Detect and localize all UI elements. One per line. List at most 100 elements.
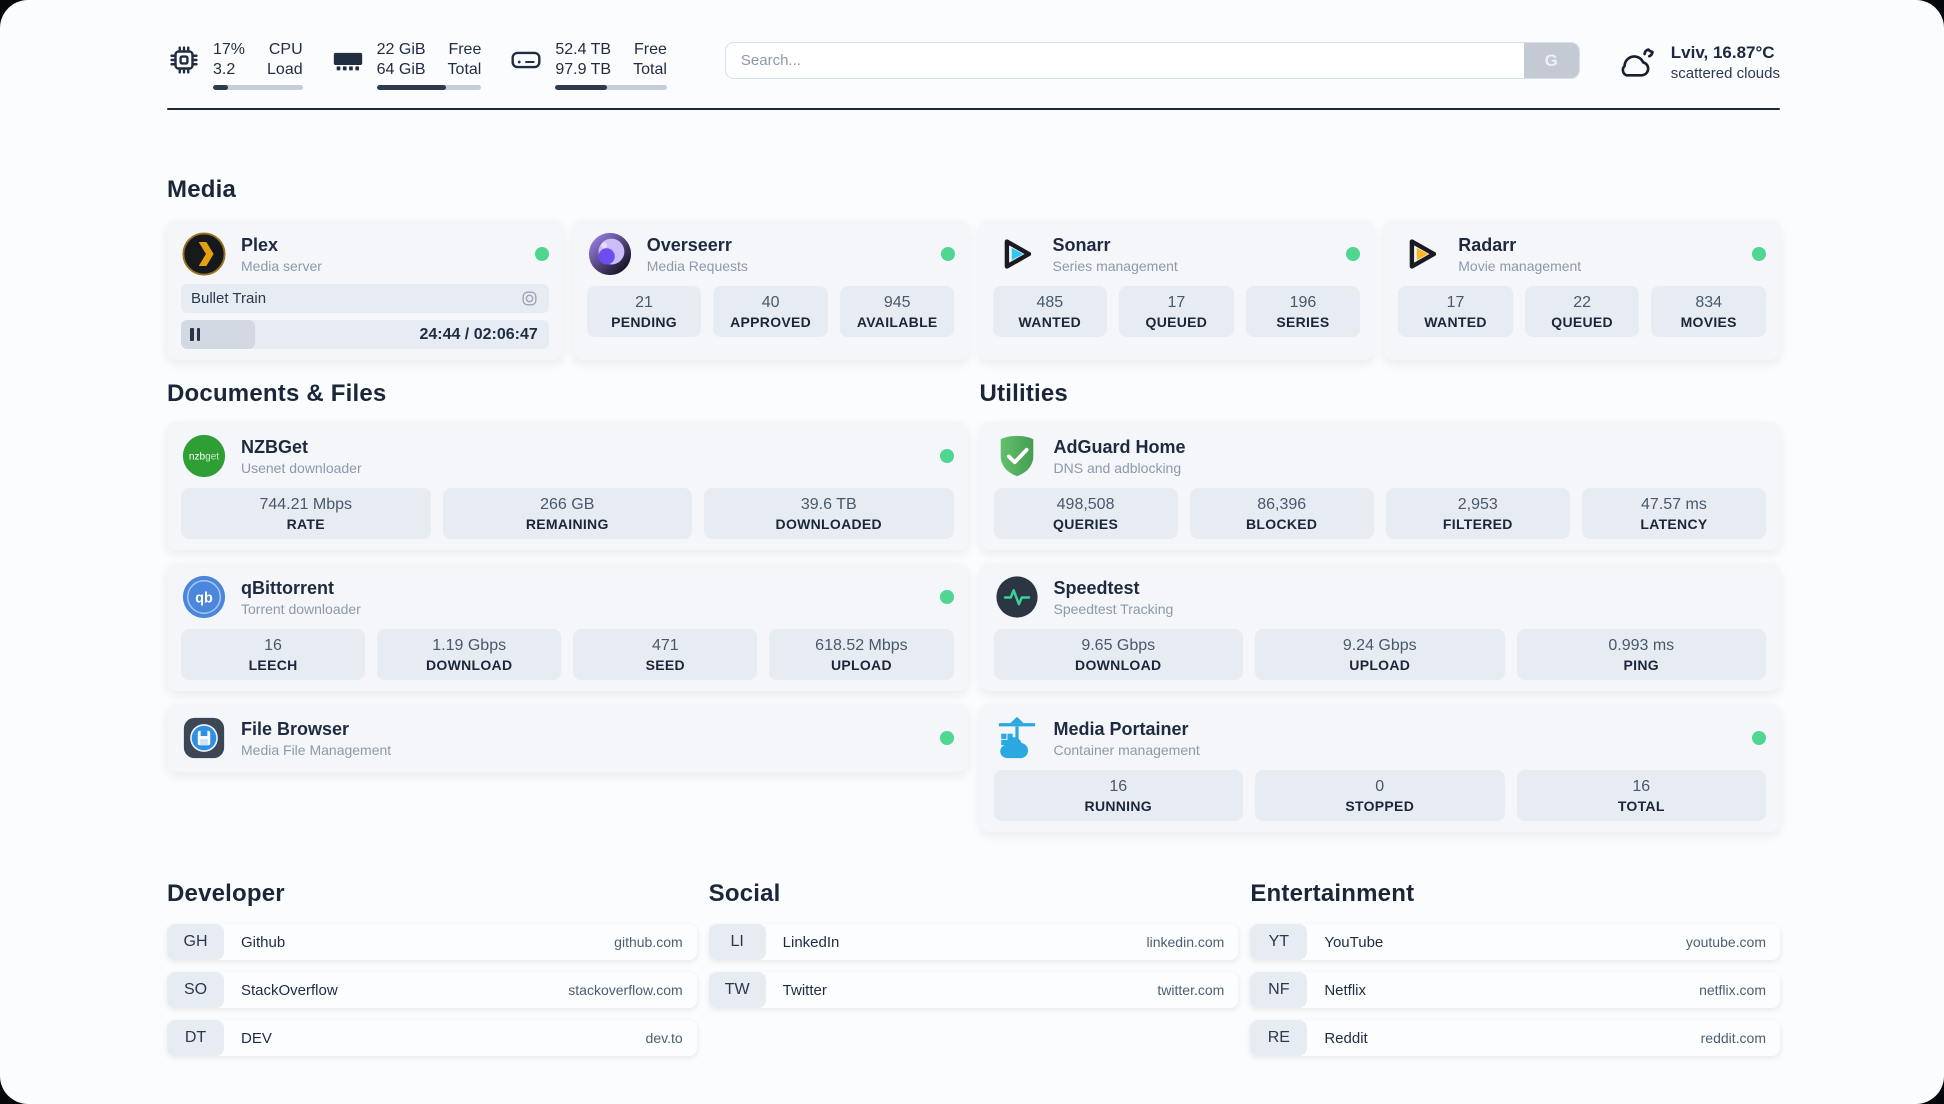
stat-value: 17 bbox=[1446, 294, 1465, 311]
app-card-nzbget[interactable]: nzbget NZBGet Usenet downloader 744.21 Mbps… bbox=[167, 422, 968, 550]
app-name: Radarr bbox=[1458, 235, 1517, 255]
stat-value: 471 bbox=[651, 637, 679, 654]
stat-box: 40 APPROVED bbox=[713, 286, 828, 337]
dashboard-page: 17% 3.2 CPU Load 22 GiB 64 GiB Free Tota… bbox=[0, 0, 1944, 1104]
app-card-overseerr[interactable]: Overseerr Media Requests 21 PENDING 40 APPROV… bbox=[572, 220, 969, 360]
stat-box: 17 QUEUED bbox=[1119, 286, 1234, 337]
stat-label: AVAILABLE bbox=[856, 314, 938, 330]
stat-row: 9.65 Gbps DOWNLOAD 9.24 Gbps UPLOAD 0.993 ms… bbox=[993, 629, 1766, 680]
utilities-card-stack: AdGuard Home DNS and adblocking 498,508 QUE… bbox=[979, 422, 1780, 832]
weather-location-temp: Lviv, 16.87°C bbox=[1670, 43, 1775, 62]
bookmark-column: Entertainment YT YouTube youtube.com NF Netfl… bbox=[1250, 880, 1780, 1056]
app-card-radarr[interactable]: Radarr Movie management 17 WANTED 22 QUEUED 83… bbox=[1384, 220, 1780, 360]
app-subtitle: Container management bbox=[1053, 742, 1200, 758]
stat-label: QUEUED bbox=[1551, 314, 1613, 330]
stat-label: DOWNLOADED bbox=[775, 516, 882, 532]
stat-label: SEED bbox=[645, 657, 685, 673]
stat-box: 1.19 Gbps DOWNLOAD bbox=[377, 629, 562, 680]
stat-box: 16 LEECH bbox=[181, 629, 366, 680]
bookmark-url: twitter.com bbox=[1157, 982, 1225, 998]
card-header: Plex Media server bbox=[181, 231, 549, 277]
stat-label: DOWNLOAD bbox=[425, 657, 513, 673]
stat-box: 21 PENDING bbox=[586, 286, 702, 337]
app-name: Media Portainer bbox=[1053, 719, 1189, 739]
card-header: qb qBittorrent Torrent downloader bbox=[181, 574, 954, 620]
card-header: Speedtest Speedtest Tracking bbox=[994, 574, 1767, 620]
stat-label: PENDING bbox=[611, 314, 677, 330]
header-divider bbox=[167, 108, 1780, 110]
stat-box: 196 SERIES bbox=[1245, 286, 1361, 337]
pause-icon bbox=[190, 328, 200, 341]
app-card-media-portainer[interactable]: Media Portainer Container management 16 RUN… bbox=[979, 704, 1780, 832]
app-name: NZBGet bbox=[241, 437, 308, 457]
app-name: Overseerr bbox=[646, 235, 732, 255]
stat-value: 16 bbox=[264, 637, 282, 654]
card-header: Sonarr Series management bbox=[993, 231, 1361, 277]
stat-value: 21 bbox=[635, 294, 653, 311]
bookmark-reddit[interactable]: RE Reddit reddit.com bbox=[1250, 1020, 1780, 1056]
stat-value: 39.6 TB bbox=[800, 496, 857, 513]
playback-progress-bar: 24:44 / 02:06:47 bbox=[181, 320, 549, 349]
app-card-filebrowser[interactable]: File Browser Media File Management bbox=[167, 704, 968, 772]
bookmark-netflix[interactable]: NF Netflix netflix.com bbox=[1250, 972, 1780, 1008]
stat-value: 498,508 bbox=[1056, 496, 1115, 513]
weather-widget: Lviv, 16.87°C scattered clouds bbox=[1614, 42, 1780, 84]
app-card-qbittorrent[interactable]: qb qBittorrent Torrent downloader 16 LEECH 1.… bbox=[167, 563, 968, 691]
stat-value: 945 bbox=[883, 294, 911, 311]
dashboard-main: Media Plex Media server Bullet Train 24:44 … bbox=[0, 176, 1944, 1056]
stat-label: LEECH bbox=[248, 657, 298, 673]
search-input[interactable] bbox=[724, 42, 1580, 79]
bookmark-url: linkedin.com bbox=[1146, 934, 1225, 950]
cpu-widget: 17% 3.2 CPU Load bbox=[167, 40, 303, 90]
app-card-plex[interactable]: Plex Media server Bullet Train 24:44 / 02:0… bbox=[167, 220, 563, 360]
stat-label: BLOCKED bbox=[1246, 516, 1318, 532]
stat-box: 744.21 Mbps RATE bbox=[181, 488, 431, 539]
section-title-documents: Documents & Files bbox=[167, 380, 387, 407]
bookmark-name: Twitter bbox=[782, 981, 827, 999]
bookmark-abbr: DT bbox=[167, 1020, 224, 1056]
stat-label: UPLOAD bbox=[830, 657, 892, 673]
sonarr-icon bbox=[993, 231, 1039, 277]
bookmark-twitter[interactable]: TW Twitter twitter.com bbox=[708, 972, 1239, 1008]
bookmark-stackoverflow[interactable]: SO StackOverflow stackoverflow.com bbox=[167, 972, 697, 1008]
app-card-speedtest[interactable]: Speedtest Speedtest Tracking 9.65 Gbps DOWN… bbox=[979, 563, 1780, 691]
filebrowser-icon bbox=[181, 715, 227, 761]
app-card-adguard-home[interactable]: AdGuard Home DNS and adblocking 498,508 QUE… bbox=[979, 422, 1780, 550]
bookmark-youtube[interactable]: YT YouTube youtube.com bbox=[1250, 924, 1780, 960]
stat-row: 17 WANTED 22 QUEUED 834 MOVIES bbox=[1398, 286, 1766, 337]
stat-value: 9.24 Gbps bbox=[1342, 637, 1417, 654]
stat-box: 9.65 Gbps DOWNLOAD bbox=[993, 629, 1243, 680]
search-engine-button[interactable]: G bbox=[1523, 43, 1579, 78]
disk-values: 52.4 TB 97.9 TB bbox=[555, 41, 612, 78]
online-status-dot bbox=[1346, 247, 1361, 261]
disk-icon bbox=[509, 40, 543, 90]
section-title: Entertainment bbox=[1250, 880, 1415, 907]
qbittorrent-icon: qb bbox=[181, 574, 227, 620]
bookmark-name: LinkedIn bbox=[782, 933, 840, 951]
stat-box: 471 SEED bbox=[573, 629, 758, 680]
card-header: Radarr Movie management bbox=[1398, 231, 1766, 277]
stat-value: 618.52 Mbps bbox=[815, 637, 908, 654]
online-status-dot bbox=[1752, 247, 1766, 261]
card-header: AdGuard Home DNS and adblocking bbox=[994, 433, 1767, 479]
bookmark-github[interactable]: GH Github github.com bbox=[167, 924, 697, 960]
playback-progress-fill bbox=[181, 320, 255, 349]
stat-label: RUNNING bbox=[1084, 798, 1152, 814]
section-documents: Documents & Files nzbget NZBGet Usenet dow… bbox=[167, 380, 968, 832]
bookmark-name: DEV bbox=[241, 1029, 272, 1047]
bookmark-column: Developer GH Github github.com SO StackOverfl… bbox=[167, 880, 697, 1056]
cpu-progress-fill bbox=[213, 85, 229, 90]
stat-value: 16 bbox=[1109, 778, 1128, 795]
stat-box: 0.993 ms PING bbox=[1516, 629, 1766, 680]
bookmark-dev[interactable]: DT DEV dev.to bbox=[167, 1020, 697, 1056]
radarr-icon bbox=[1398, 231, 1444, 277]
bookmark-linkedin[interactable]: LI LinkedIn linkedin.com bbox=[708, 924, 1239, 960]
playback-time: 24:44 / 02:06:47 bbox=[419, 325, 538, 343]
card-header: Media Portainer Container management bbox=[994, 715, 1766, 761]
app-card-sonarr[interactable]: Sonarr Series management 485 WANTED 17 QUEUED… bbox=[978, 220, 1375, 360]
stat-box: 498,508 QUERIES bbox=[993, 488, 1178, 539]
stat-value: 266 GB bbox=[540, 496, 595, 513]
stat-label: QUERIES bbox=[1053, 516, 1119, 532]
stat-box: 22 QUEUED bbox=[1524, 286, 1640, 337]
stat-box: 47.57 ms LATENCY bbox=[1581, 488, 1766, 539]
